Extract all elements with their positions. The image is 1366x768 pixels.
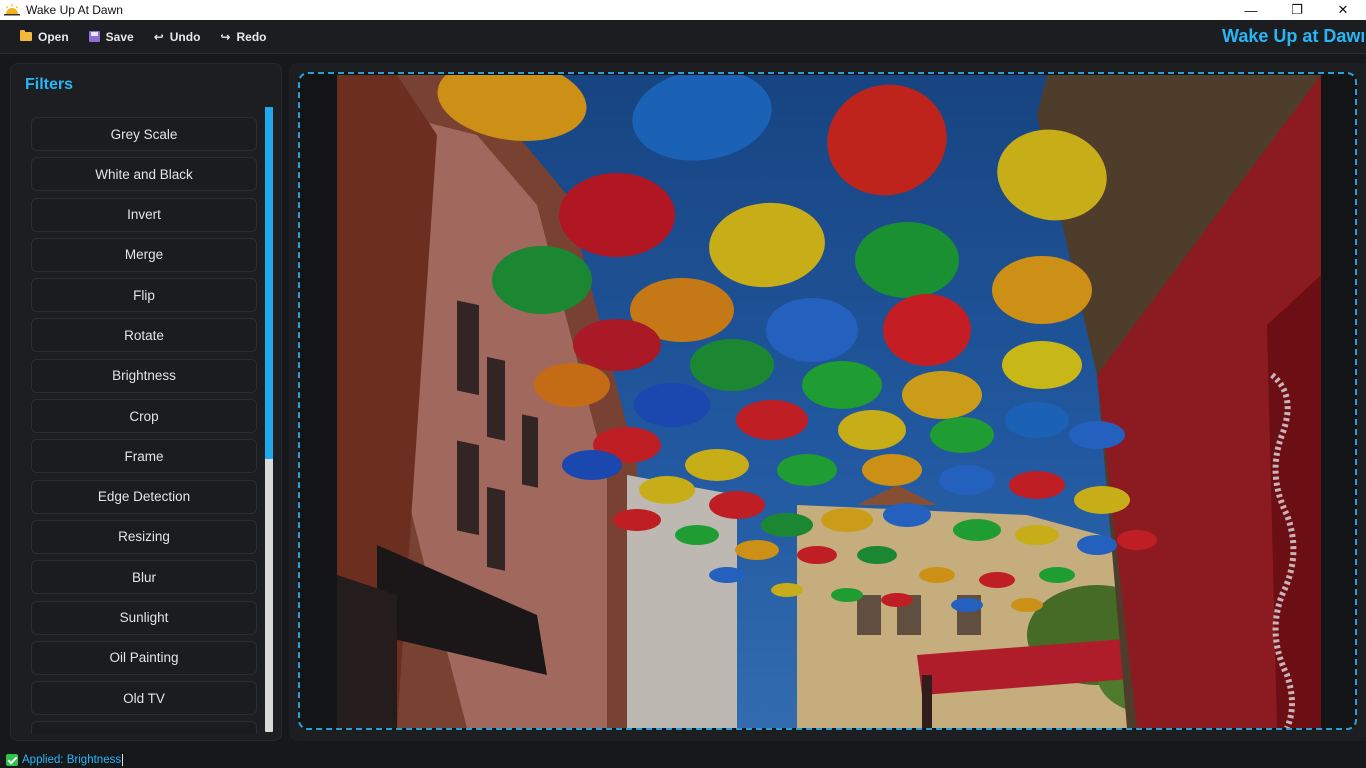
folder-icon (20, 30, 32, 41)
filter-button-brightness[interactable]: Brightness (31, 358, 257, 393)
save-button-label: Save (105, 29, 134, 44)
save-button[interactable]: Save (79, 24, 144, 50)
filter-button-sunlight[interactable]: Sunlight (31, 600, 257, 635)
sidebar-title: Filters (25, 76, 74, 93)
status-message: Applied: Brightness (22, 754, 124, 766)
toolbar: Open Save ↩ Undo ↪ Redo Wake Up at Dawn (0, 20, 1366, 54)
undo-button-label: Undo (169, 29, 201, 44)
redo-button[interactable]: ↪ Redo (210, 24, 276, 50)
floppy-disk-icon (88, 31, 100, 42)
minimize-icon[interactable]: — (1228, 0, 1274, 20)
photo-preview[interactable] (337, 75, 1321, 728)
sunrise-icon (4, 3, 20, 17)
sidebar-scrollbar-thumb[interactable] (265, 107, 273, 459)
filter-button-frame[interactable]: Frame (31, 439, 257, 474)
open-button[interactable]: Open (10, 24, 79, 50)
undo-arrow-icon: ↩ (153, 29, 164, 44)
filters-sidebar: Filters Grey Scale White and Black Inver… (10, 63, 282, 741)
image-drop-zone[interactable] (298, 72, 1357, 730)
sidebar-scrollbar[interactable] (265, 107, 273, 732)
filter-button-crop[interactable]: Crop (31, 399, 257, 434)
close-icon[interactable]: ✕ (1320, 0, 1366, 20)
redo-arrow-icon: ↪ (220, 29, 231, 44)
filter-list: Grey Scale White and Black Invert Merge … (31, 117, 257, 734)
window-controls: — ❐ ✕ (1228, 0, 1366, 20)
restore-icon[interactable]: ❐ (1274, 0, 1320, 20)
open-button-label: Open (38, 29, 69, 44)
filter-button-rotate[interactable]: Rotate (31, 318, 257, 353)
undo-button[interactable]: ↩ Undo (144, 24, 211, 50)
filter-button-partial[interactable] (31, 721, 257, 734)
window-title: Wake Up At Dawn (26, 3, 123, 17)
canvas-panel (289, 63, 1366, 741)
filter-button-merge[interactable]: Merge (31, 237, 257, 272)
brand-title: Wake Up at Dawn (1222, 26, 1364, 46)
title-bar: Wake Up At Dawn — ❐ ✕ (0, 0, 1366, 20)
filter-button-resizing[interactable]: Resizing (31, 519, 257, 554)
status-bar: Applied: Brightness (0, 752, 1366, 768)
filter-button-white-and-black[interactable]: White and Black (31, 157, 257, 192)
filter-button-invert[interactable]: Invert (31, 197, 257, 232)
filter-button-old-tv[interactable]: Old TV (31, 681, 257, 716)
redo-button-label: Redo (236, 29, 267, 44)
filter-button-flip[interactable]: Flip (31, 278, 257, 313)
check-icon (6, 754, 18, 766)
filter-button-oil-painting[interactable]: Oil Painting (31, 640, 257, 675)
filter-button-edge-detection[interactable]: Edge Detection (31, 479, 257, 514)
filter-button-grey-scale[interactable]: Grey Scale (31, 117, 257, 151)
filter-button-blur[interactable]: Blur (31, 560, 257, 595)
